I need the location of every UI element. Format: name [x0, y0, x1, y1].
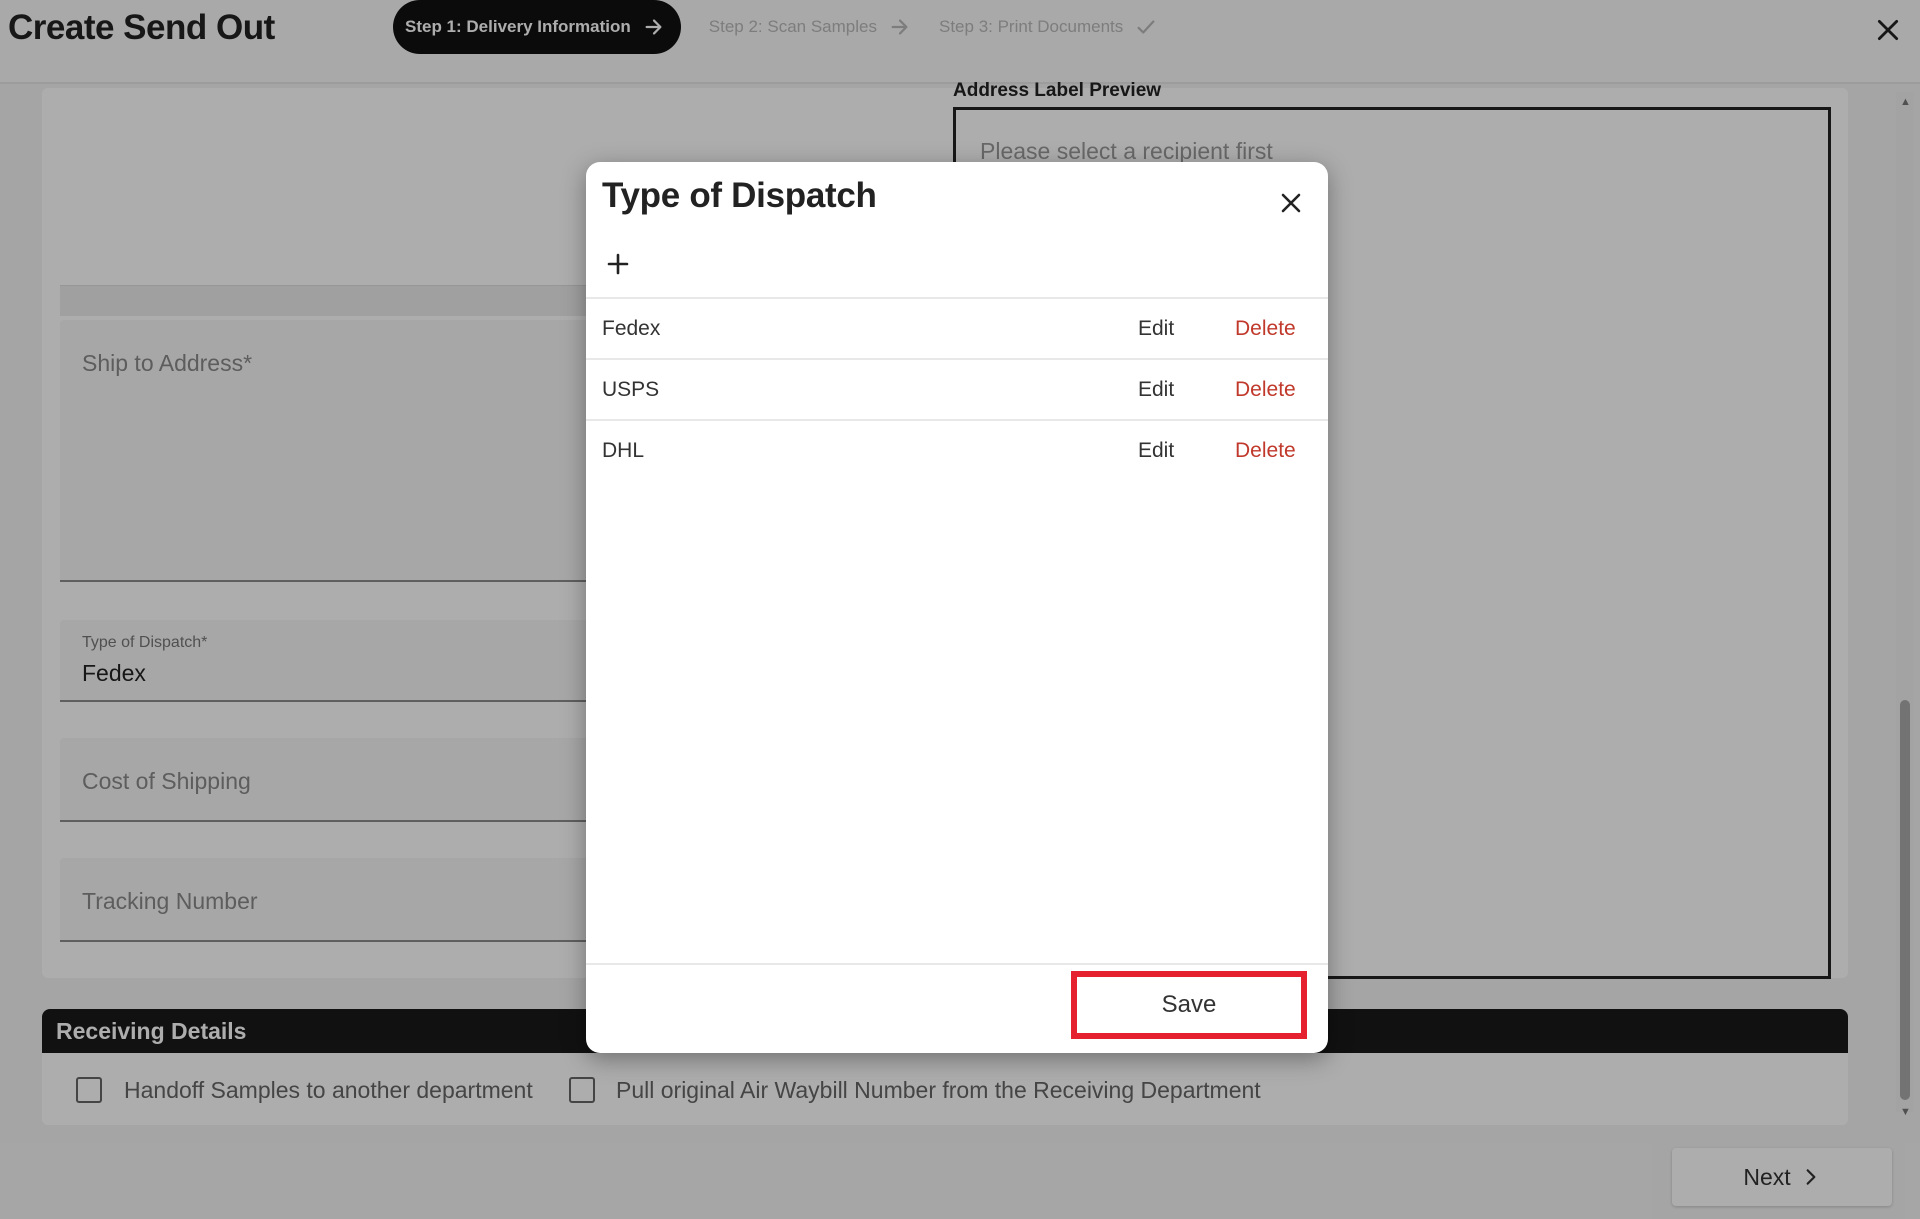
edit-link[interactable]: Edit	[1138, 317, 1174, 341]
edit-link[interactable]: Edit	[1138, 378, 1174, 402]
list-item: Fedex Edit Delete	[586, 299, 1328, 360]
save-button[interactable]: Save	[1071, 971, 1307, 1039]
dispatch-list: Fedex Edit Delete USPS Edit Delete DHL E…	[586, 297, 1328, 482]
dialog-title: Type of Dispatch	[602, 176, 877, 215]
delete-link[interactable]: Delete	[1235, 317, 1296, 341]
dialog-footer-divider	[586, 963, 1328, 965]
dispatch-name: USPS	[602, 378, 660, 401]
delete-link[interactable]: Delete	[1235, 378, 1296, 402]
plus-icon[interactable]	[602, 248, 634, 280]
edit-link[interactable]: Edit	[1138, 439, 1174, 463]
delete-link[interactable]: Delete	[1235, 439, 1296, 463]
list-item: USPS Edit Delete	[586, 360, 1328, 421]
list-item: DHL Edit Delete	[586, 421, 1328, 482]
dispatch-name: DHL	[602, 439, 645, 462]
type-of-dispatch-dialog: Type of Dispatch Fedex Edit Delete USPS …	[586, 162, 1328, 1053]
dispatch-name: Fedex	[602, 317, 661, 340]
close-icon[interactable]	[1276, 188, 1306, 218]
save-label: Save	[1161, 991, 1217, 1018]
